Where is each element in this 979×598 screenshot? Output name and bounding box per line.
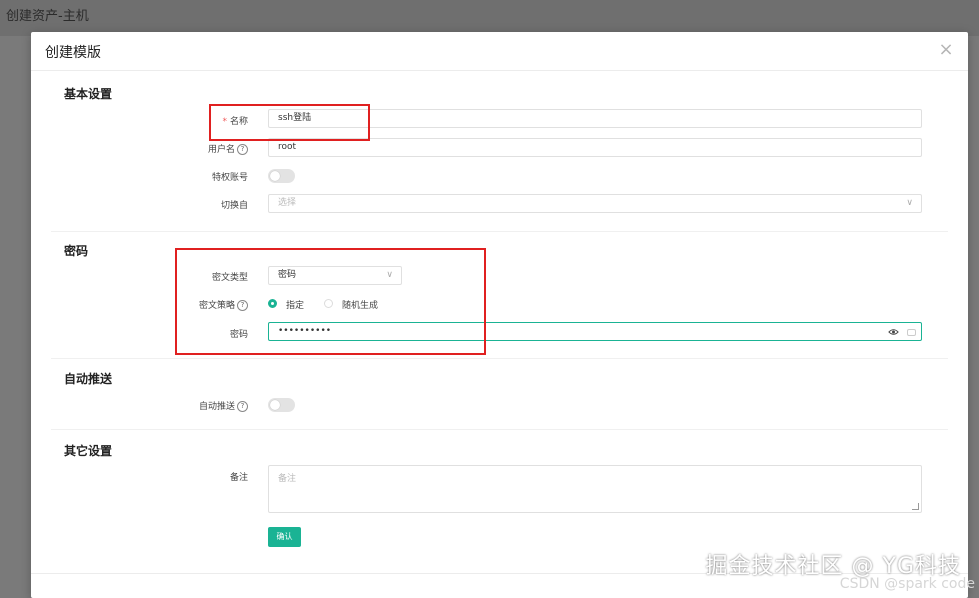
comment-placeholder: 备注 <box>278 474 297 484</box>
section-title-other: 其它设置 <box>64 444 113 458</box>
section-divider <box>51 358 948 359</box>
resize-handle[interactable] <box>912 503 919 510</box>
confirm-button[interactable]: 确认 <box>268 527 301 547</box>
comment-textarea[interactable]: 备注 <box>268 465 922 513</box>
section-divider <box>51 231 948 232</box>
switch-from-label: 切换自 <box>220 201 248 211</box>
create-template-modal: 创建模版 × 基本设置 * 名称 ssh登陆 用户名? root 特权账号 切换自… <box>31 32 968 598</box>
section-divider <box>51 429 948 430</box>
clear-icon[interactable] <box>907 329 916 336</box>
auto-push-label: 自动推送? <box>128 399 248 412</box>
close-icon[interactable]: × <box>938 41 954 59</box>
section-title-auto-push: 自动推送 <box>64 372 113 386</box>
auto-push-switch[interactable] <box>268 398 295 412</box>
modal-title: 创建模版 <box>45 45 101 61</box>
section-title-password: 密码 <box>64 244 89 258</box>
switch-knob <box>270 171 280 181</box>
highlight-box-password <box>175 248 486 355</box>
auto-push-label-text: 自动推送 <box>198 402 235 412</box>
username-label-text: 用户名 <box>207 145 235 155</box>
switch-from-select[interactable]: 选择 ∨ <box>268 194 922 213</box>
username-label: 用户名? <box>128 142 248 155</box>
switch-from-placeholder: 选择 <box>278 198 297 208</box>
background-page-title: 创建资产-主机 <box>6 9 89 24</box>
privileged-switch[interactable] <box>268 169 295 183</box>
privileged-label: 特权账号 <box>211 173 248 183</box>
chevron-down-icon: ∨ <box>906 198 913 208</box>
comment-label: 备注 <box>229 473 248 483</box>
help-icon[interactable]: ? <box>237 144 248 155</box>
section-title-basic: 基本设置 <box>64 87 113 101</box>
eye-icon[interactable] <box>888 328 899 336</box>
watermark-secondary: CSDN @spark code <box>839 576 975 592</box>
help-icon[interactable]: ? <box>237 401 248 412</box>
highlight-box-name <box>209 104 370 141</box>
background-header <box>0 0 979 36</box>
switch-knob <box>270 400 280 410</box>
modal-header: 创建模版 × <box>31 32 968 71</box>
